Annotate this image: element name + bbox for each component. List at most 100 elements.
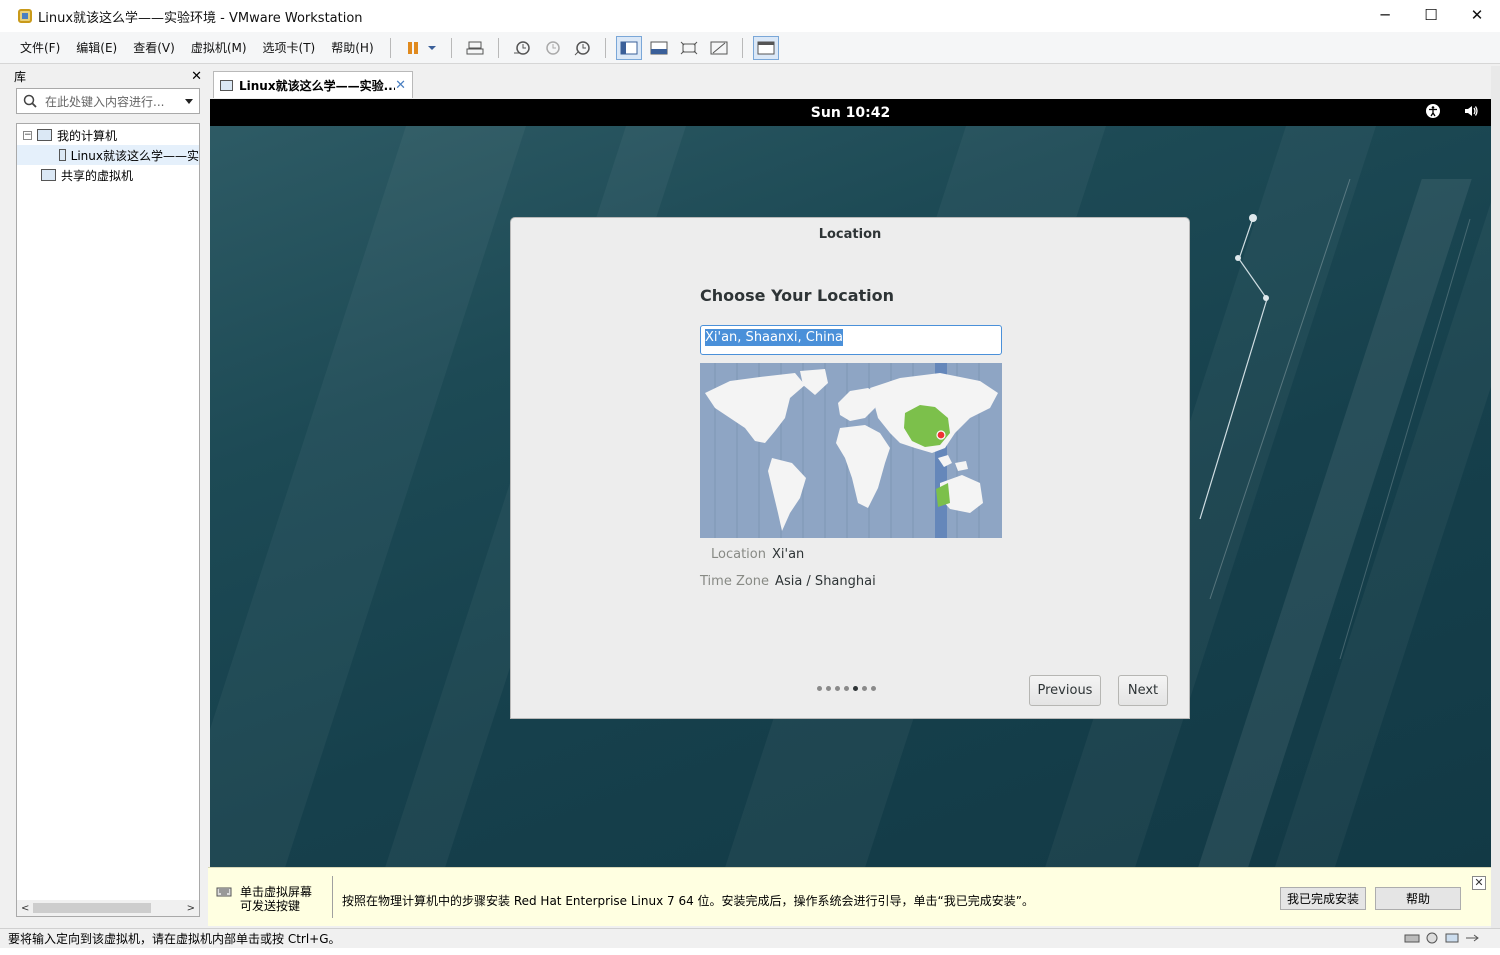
vm-icon [59, 149, 66, 161]
horizontal-scrollbar[interactable]: < > [17, 900, 199, 916]
location-input-value: Xi'an, Shaanxi, China [705, 329, 843, 346]
menu-file[interactable]: 文件(F) [12, 36, 68, 60]
library-close-icon[interactable]: ✕ [191, 69, 202, 84]
location-marker-icon [936, 430, 946, 440]
search-placeholder: 在此处键入内容进行... [45, 94, 165, 109]
accessibility-icon[interactable] [1425, 103, 1441, 119]
toolbar-separator [389, 37, 391, 58]
vmware-app-icon [18, 9, 32, 23]
hint-click-screen: 单击虚拟屏幕 可发送按键 [216, 885, 312, 913]
network-icon[interactable] [1444, 932, 1460, 944]
gnome-status-icons [1425, 103, 1479, 119]
status-bar: 要将输入定向到该虚拟机，请在虚拟机内部单击或按 Ctrl+G。 [0, 928, 1500, 948]
tab-vm[interactable]: Linux就该这么学——实验... ✕ [213, 71, 413, 98]
dialog-title: Location [818, 226, 882, 242]
window-controls: ─ ☐ ✕ [1362, 0, 1500, 30]
pause-icon[interactable] [401, 36, 441, 60]
tab-close-icon[interactable]: ✕ [395, 78, 406, 93]
wallpaper-node [1235, 255, 1241, 261]
page-dot [853, 686, 858, 691]
console-view-icon[interactable] [615, 35, 642, 60]
tab-label: Linux就该这么学——实验... [239, 78, 396, 93]
vm-tab-icon [220, 79, 233, 91]
menu-tabs[interactable]: 选项卡(T) [255, 36, 324, 60]
clock[interactable]: Sun 10:42 [811, 105, 890, 121]
menu-help[interactable]: 帮助(H) [323, 36, 381, 60]
wallpaper-node [1263, 295, 1269, 301]
menu-edit[interactable]: 编辑(E) [68, 36, 125, 60]
menu-vm[interactable]: 虚拟机(M) [183, 36, 255, 60]
install-hint-bar: 单击虚拟屏幕 可发送按键 按照在物理计算机中的步骤安装 Red Hat Ente… [208, 867, 1491, 926]
snapshot-icon[interactable] [509, 36, 535, 60]
toolbar-separator [450, 37, 452, 58]
snapshot-manager-icon[interactable] [569, 36, 595, 60]
finished-install-button[interactable]: 我已完成安装 [1280, 887, 1366, 910]
menu-view[interactable]: 查看(V) [125, 36, 183, 60]
fullscreen-icon[interactable] [676, 36, 702, 60]
timezone-label: Time Zone [700, 574, 770, 589]
world-map[interactable] [700, 363, 1002, 538]
location-search-input[interactable]: Xi'an, Shaanxi, China [700, 325, 1002, 355]
library-search-input[interactable]: 在此处键入内容进行... [16, 88, 200, 114]
revert-snapshot-icon[interactable] [539, 36, 565, 60]
page-dot [817, 686, 822, 691]
cd-drive-icon[interactable] [1424, 932, 1440, 944]
unity-icon[interactable] [706, 36, 732, 60]
device-status-icons [1404, 932, 1480, 944]
world-map-graphic [705, 363, 998, 538]
library-tree: − 我的计算机 Linux就该这么学——实 共享的虚拟机 < > [16, 123, 200, 917]
collapse-icon[interactable]: − [23, 130, 32, 140]
volume-icon[interactable] [1463, 103, 1479, 119]
page-indicator [817, 686, 876, 691]
send-keys-icon[interactable] [462, 36, 488, 60]
timezone-info-row: Time Zone Asia / Shanghai [700, 574, 876, 589]
usb-icon[interactable] [1464, 932, 1480, 944]
vm-screen[interactable]: Sun 10:42 Location Choose Your Location … [210, 99, 1491, 867]
dropdown-arrow-icon[interactable] [185, 98, 193, 104]
tree-label: 我的计算机 [57, 128, 118, 143]
status-text: 要将输入定向到该虚拟机，请在虚拟机内部单击或按 Ctrl+G。 [8, 932, 341, 946]
minimize-button[interactable]: ─ [1362, 0, 1408, 30]
right-edge-strip [1491, 66, 1500, 928]
hint-line-1: 单击虚拟屏幕 [240, 885, 313, 899]
hint-separator [332, 876, 333, 918]
bottom-strip [0, 948, 1500, 955]
location-dialog: Location Choose Your Location Xi'an, Sha… [510, 217, 1190, 719]
hint-close-icon[interactable]: ✕ [1472, 876, 1486, 890]
scroll-right-icon[interactable]: > [187, 903, 195, 914]
search-icon [23, 94, 37, 108]
wallpaper-node [1249, 214, 1257, 222]
timezone-value: Asia / Shanghai [775, 574, 876, 589]
toolbar-separator [497, 37, 499, 58]
tree-item-my-computer[interactable]: − 我的计算机 [17, 125, 199, 145]
menubar: 文件(F) 编辑(E) 查看(V) 虚拟机(M) 选项卡(T) 帮助(H) [0, 32, 1500, 64]
location-label: Location [711, 547, 766, 562]
keyboard-mouse-icon [216, 887, 232, 897]
page-dot [862, 686, 867, 691]
previous-button[interactable]: Previous [1029, 675, 1101, 706]
shared-vm-icon [41, 169, 56, 181]
tree-label: 共享的虚拟机 [61, 168, 134, 183]
scroll-left-icon[interactable]: < [21, 903, 29, 914]
tree-item-vm[interactable]: Linux就该这么学——实 [17, 145, 199, 165]
close-button[interactable]: ✕ [1454, 0, 1500, 30]
hint-message: 按照在物理计算机中的步骤安装 Red Hat Enterprise Linux … [342, 894, 1034, 908]
quick-switch-icon[interactable] [646, 36, 672, 60]
library-header: 库 ✕ [8, 66, 208, 86]
window-titlebar[interactable]: Linux就该这么学——实验环境 - VMware Workstation ─ … [0, 0, 1500, 32]
page-dot [844, 686, 849, 691]
dialog-heading: Choose Your Location [700, 286, 895, 305]
toolbar-separator [741, 37, 743, 58]
next-button[interactable]: Next [1118, 675, 1168, 706]
tree-item-shared-vms[interactable]: 共享的虚拟机 [17, 165, 199, 185]
page-dot [826, 686, 831, 691]
maximize-button[interactable]: ☐ [1408, 0, 1454, 30]
hard-disk-icon[interactable] [1404, 932, 1420, 944]
location-info-row: Location Xi'an [711, 547, 804, 562]
hint-line-2: 可发送按键 [240, 899, 301, 913]
library-toggle-icon[interactable] [752, 35, 779, 60]
location-value: Xi'an [771, 547, 805, 562]
help-button[interactable]: 帮助 [1375, 887, 1461, 910]
scroll-thumb[interactable] [33, 903, 151, 913]
computer-icon [37, 129, 52, 141]
